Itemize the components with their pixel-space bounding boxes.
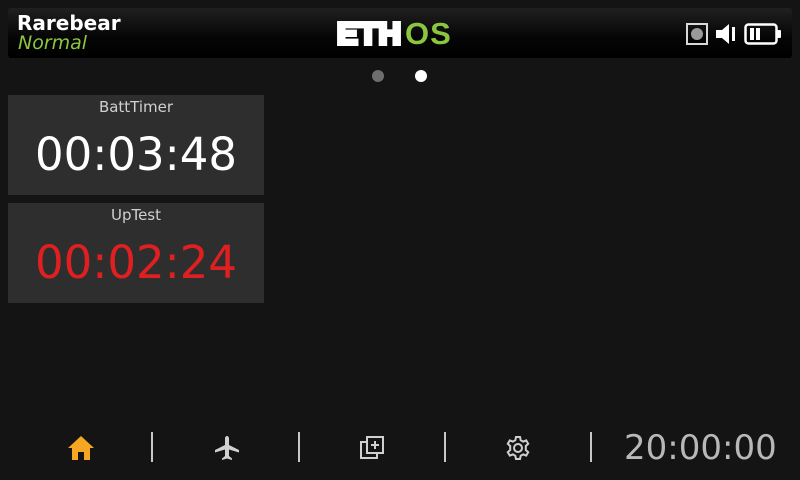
top-bar: Rarebear Normal ETH ETH OS (8, 8, 792, 58)
system-button[interactable] (352, 432, 392, 464)
model-button[interactable] (207, 432, 247, 464)
settings-button[interactable] (498, 432, 538, 464)
logo-suffix: OS (405, 18, 452, 48)
widget-title: UpTest (110, 206, 162, 224)
timer-widget-uptest[interactable]: UpTest 00:02:24 (8, 203, 264, 303)
nav-separator (444, 432, 446, 462)
home-button[interactable] (61, 432, 101, 464)
nav-separator (298, 432, 300, 462)
airplane-icon (215, 436, 239, 460)
flight-mode: Normal (18, 32, 88, 54)
nav-separator (151, 432, 153, 462)
timer-value: 00:03:48 (34, 128, 238, 181)
ethos-logo: ETH ETH OS (337, 18, 452, 48)
clock: 20:00:00 (624, 428, 777, 468)
page-dot-2[interactable] (415, 70, 427, 82)
system-icon (360, 436, 384, 459)
page-dot-1[interactable] (372, 70, 384, 82)
bottom-nav-bar: 20:00:00 (0, 420, 800, 480)
home-icon (68, 436, 94, 460)
speaker-icon[interactable] (714, 22, 738, 46)
logo-prefix-fill: ETH (337, 18, 402, 48)
status-icons (686, 22, 782, 46)
battery-icon[interactable] (744, 22, 782, 46)
settings-icon (506, 436, 530, 460)
timer-value: 00:02:24 (34, 236, 238, 289)
timer-widget-batttimer[interactable]: BattTimer 00:03:48 (8, 95, 264, 195)
record-icon[interactable] (686, 23, 708, 45)
ethos-main-screen: Rarebear Normal ETH ETH OS BattTimer 00:… (0, 0, 800, 480)
widget-title: BattTimer (98, 98, 174, 116)
nav-separator (590, 432, 592, 462)
